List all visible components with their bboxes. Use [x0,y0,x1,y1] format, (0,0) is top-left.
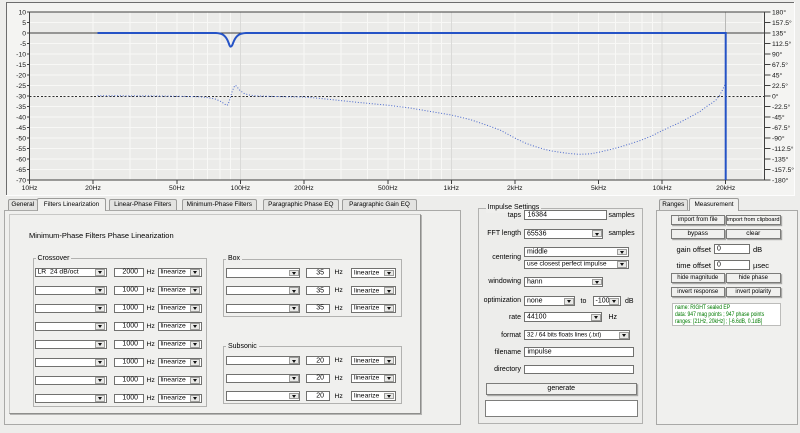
svg-text:67.5°: 67.5° [772,61,788,69]
svg-text:0°: 0° [772,92,779,100]
svg-text:45°: 45° [772,71,783,79]
svg-text:22.5°: 22.5° [772,82,788,90]
svg-text:100Hz: 100Hz [231,185,251,192]
svg-text:-55: -55 [16,146,26,153]
svg-text:-90°: -90° [772,134,785,142]
svg-text:-45°: -45° [772,113,785,121]
svg-text:0: 0 [22,30,26,37]
svg-text:-35: -35 [16,104,26,111]
svg-text:-40: -40 [16,114,26,121]
svg-text:10Hz: 10Hz [22,185,38,192]
svg-text:180°: 180° [772,8,786,16]
svg-text:-45: -45 [16,125,26,132]
svg-text:2kHz: 2kHz [507,185,523,192]
svg-text:-5: -5 [20,41,26,48]
svg-text:-60: -60 [16,156,26,163]
svg-text:-180°: -180° [772,176,789,184]
svg-text:1kHz: 1kHz [444,185,460,192]
svg-text:10: 10 [18,9,26,16]
svg-text:-30: -30 [16,93,26,100]
svg-text:90°: 90° [772,50,783,58]
svg-text:-25: -25 [16,83,26,90]
svg-text:200Hz: 200Hz [294,185,314,192]
svg-text:-65: -65 [16,167,26,174]
svg-text:5kHz: 5kHz [591,185,607,192]
svg-text:20Hz: 20Hz [85,185,101,192]
svg-text:5: 5 [22,20,26,27]
svg-text:-22.5°: -22.5° [772,103,790,111]
svg-text:-135°: -135° [772,155,789,163]
svg-text:-157.5°: -157.5° [772,166,794,174]
svg-text:-20: -20 [16,72,26,79]
svg-text:135°: 135° [772,29,786,37]
svg-text:-15: -15 [16,62,26,69]
svg-text:20kHz: 20kHz [716,185,736,192]
svg-text:-67.5°: -67.5° [772,124,790,132]
svg-text:500Hz: 500Hz [378,185,398,192]
svg-text:157.5°: 157.5° [772,19,792,27]
svg-text:112.5°: 112.5° [772,40,792,48]
svg-text:50Hz: 50Hz [169,185,185,192]
svg-text:-10: -10 [16,51,26,58]
svg-text:10kHz: 10kHz [653,185,673,192]
svg-text:-50: -50 [16,135,26,142]
svg-text:-70: -70 [16,177,26,184]
svg-text:-112.5°: -112.5° [772,145,794,153]
